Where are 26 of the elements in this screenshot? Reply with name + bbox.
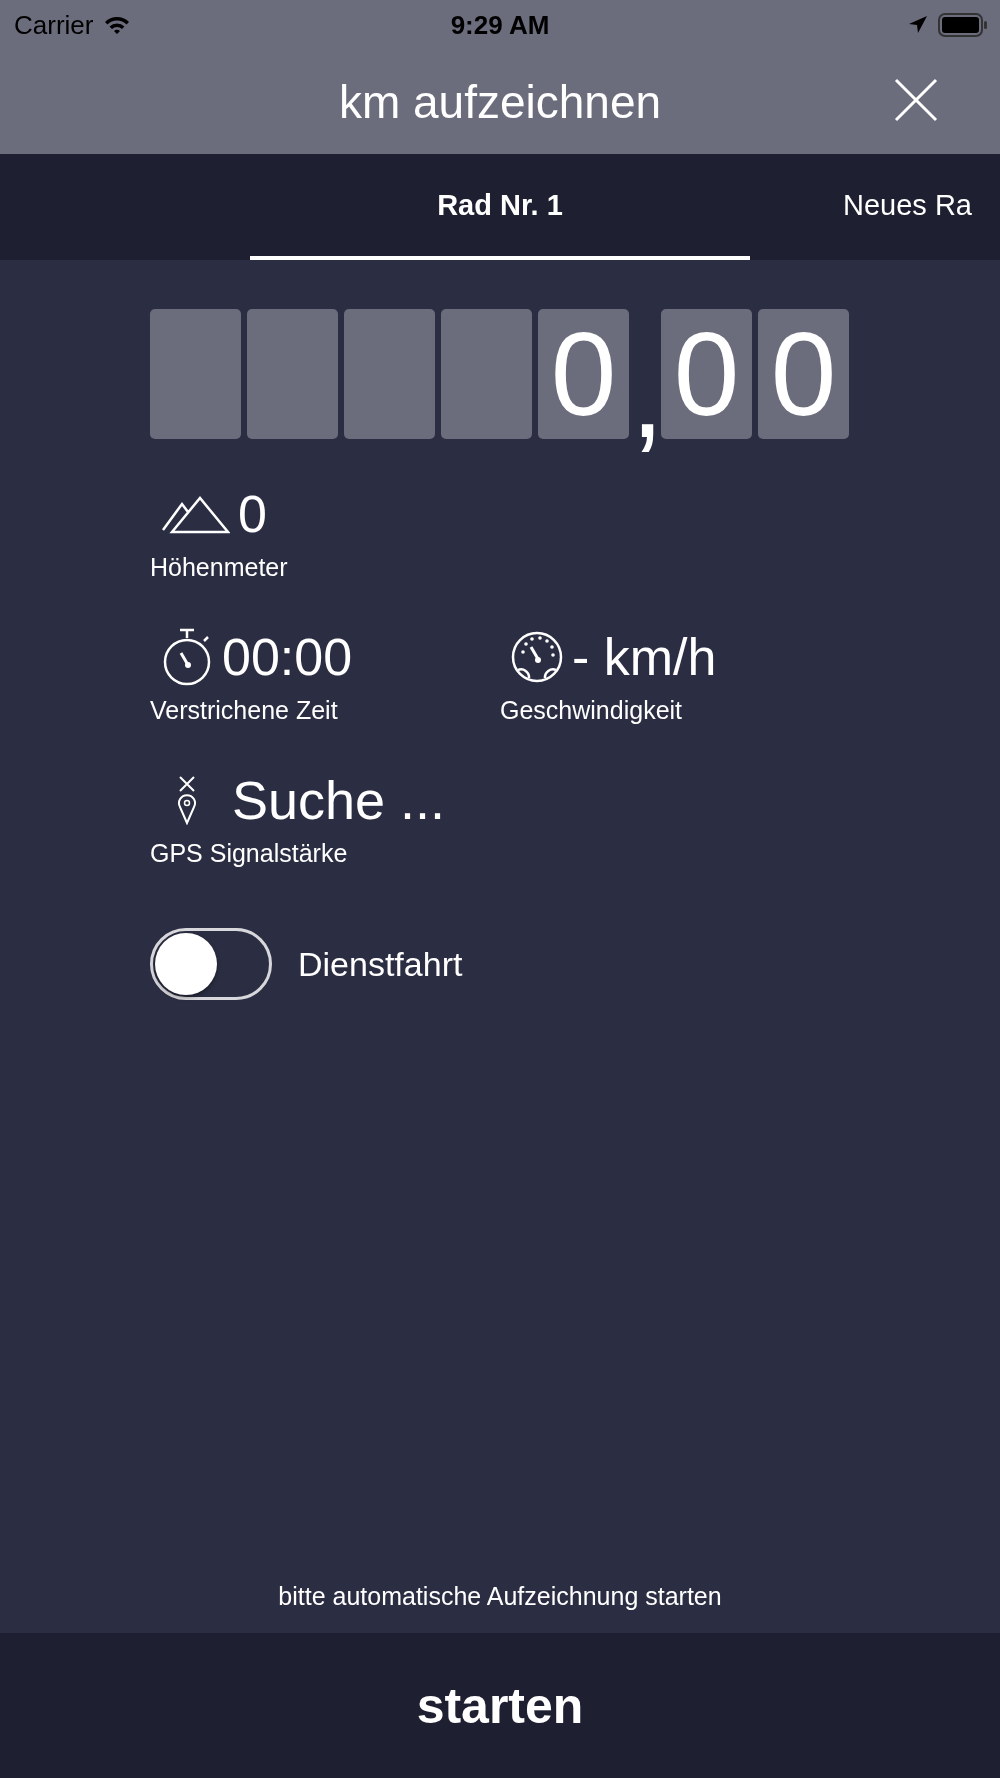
mountains-icon xyxy=(160,494,230,534)
status-time: 9:29 AM xyxy=(450,9,550,41)
start-button[interactable]: starten xyxy=(0,1633,1000,1778)
stat-value: 0 xyxy=(238,484,267,544)
hint-text: bitte automatische Aufzeichnung starten xyxy=(277,1582,723,1611)
decimal-separator: , xyxy=(631,331,655,461)
stat-label: GPS Signalstärke xyxy=(150,839,349,868)
close-button[interactable] xyxy=(894,78,938,122)
stat-label: Geschwindigkeit xyxy=(500,696,684,725)
speedometer-icon xyxy=(510,630,564,684)
toggle-label: Dienstfahrt xyxy=(298,944,463,984)
stat-label: Verstrichene Zeit xyxy=(150,696,339,725)
digit-tile: 0 xyxy=(661,309,752,439)
stat-value: Suche ... xyxy=(232,769,446,831)
digit-tile: 0 xyxy=(758,309,849,439)
screen-title: km aufzeichnen xyxy=(338,75,662,129)
carrier-name: Carrier xyxy=(14,9,94,41)
wifi-icon xyxy=(103,15,132,35)
location-arrow-icon xyxy=(908,15,928,35)
battery-icon xyxy=(938,13,988,37)
stat-value: - km/h xyxy=(572,627,717,687)
stat-value: 00:00 xyxy=(222,627,353,687)
tab[interactable]: Neues Ra xyxy=(843,154,972,260)
tab[interactable]: Rad Nr. 1 xyxy=(250,154,750,260)
stat-label: Höhenmeter xyxy=(150,553,289,582)
digit-tile: 0 xyxy=(538,309,629,439)
